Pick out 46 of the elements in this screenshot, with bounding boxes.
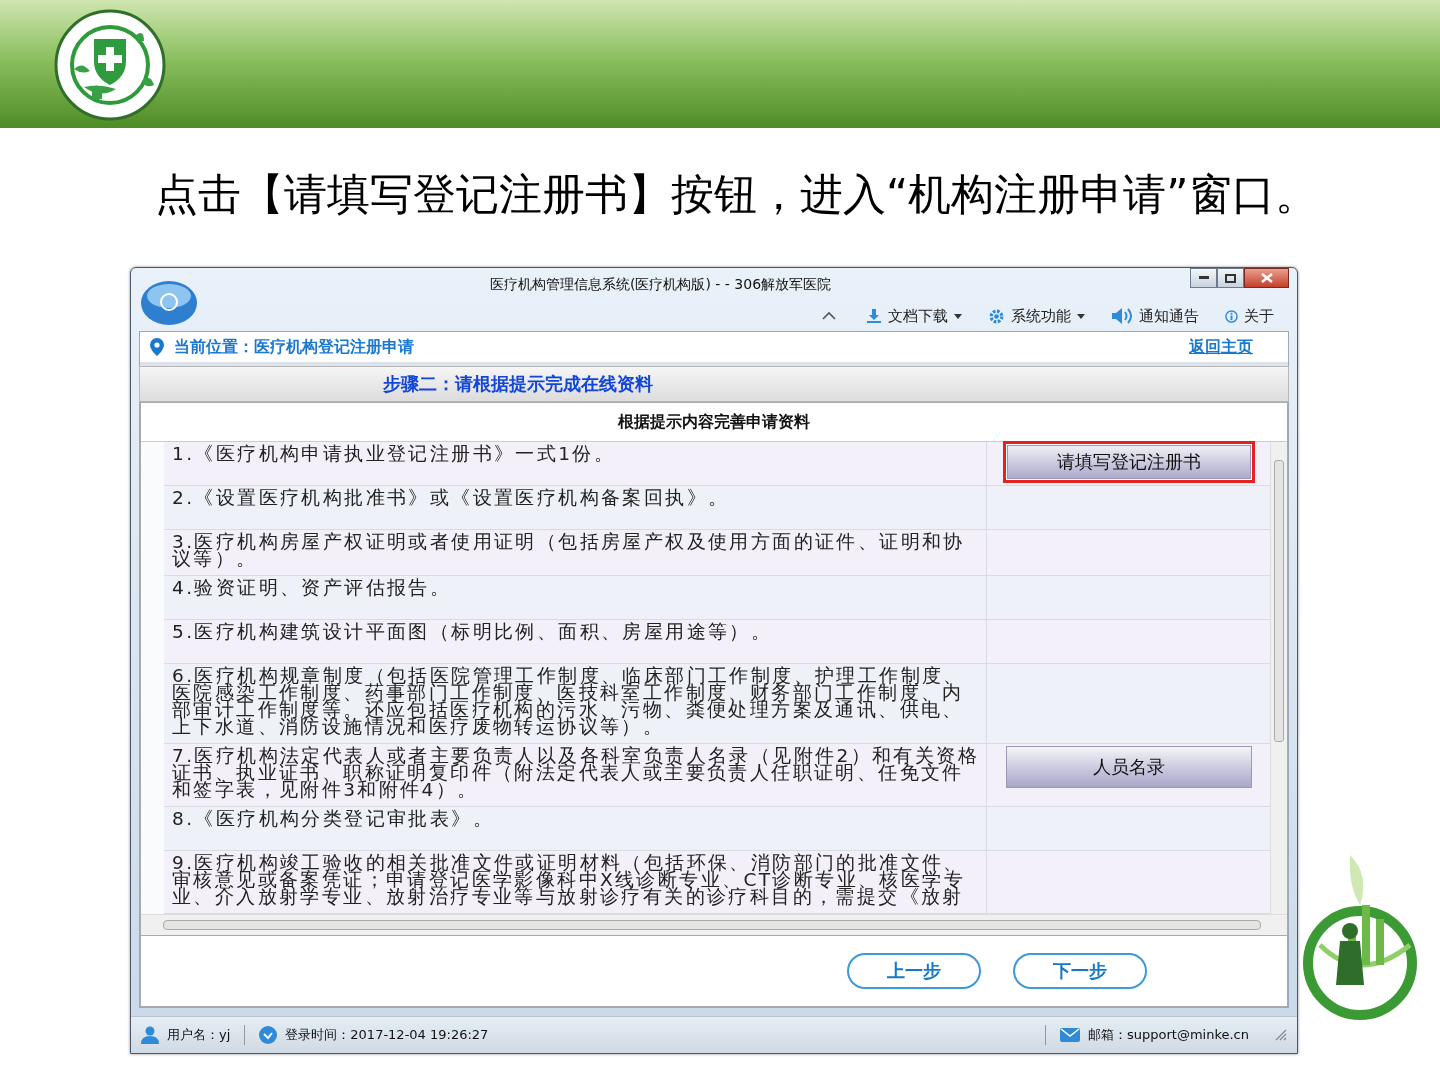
horizontal-scrollbar[interactable] <box>141 914 1287 935</box>
maximize-button[interactable] <box>1217 268 1244 288</box>
requirement-text: 1.《医疗机构申请执业登记注册书》一式1份。 <box>164 442 987 485</box>
close-icon <box>1260 273 1273 283</box>
clinic-logo-icon <box>54 9 166 121</box>
requirement-text: 2.《设置医疗机构批准书》或《设置医疗机构备案回执》。 <box>164 486 987 529</box>
info-icon <box>1225 309 1238 323</box>
minimize-icon <box>1198 276 1209 280</box>
vertical-scrollbar[interactable] <box>1270 442 1287 914</box>
breadcrumb: 当前位置：医疗机构登记注册申请 <box>174 336 415 358</box>
minimize-button[interactable] <box>1190 268 1217 288</box>
slide-heading: 点击【请填写登记注册书】按钮，进入“机构注册申请”窗口。 <box>155 168 1318 220</box>
menu-item[interactable]: 系统功能 <box>975 303 1098 329</box>
user-icon <box>141 1026 159 1044</box>
collapse-icon[interactable] <box>821 311 837 321</box>
table-header: 根据提示内容完善申请资料 <box>618 411 810 433</box>
login-time: 登录时间：2017-12-04 19:26:27 <box>285 1026 489 1044</box>
window-title: 医疗机构管理信息系统(医疗机构版) - - 306解放军医院 <box>488 275 833 294</box>
requirement-text: 8.《医疗机构分类登记审批表》。 <box>164 807 987 850</box>
username-label: 用户名：yj <box>167 1026 231 1044</box>
step-title: 步骤二：请根据提示完成在线资料 <box>383 372 653 396</box>
app-orb-icon[interactable] <box>140 280 198 326</box>
action-button[interactable]: 请填写登记注册书 <box>1002 441 1255 483</box>
clock-check-icon <box>259 1026 278 1044</box>
speaker-icon <box>1111 307 1133 325</box>
resize-grip-icon[interactable] <box>1275 1029 1287 1041</box>
location-pin-icon <box>150 338 164 356</box>
requirement-text: 4.验资证明、资产评估报告。 <box>164 576 987 619</box>
email-label: 邮箱：support@minke.cn <box>1088 1026 1249 1044</box>
menu-item[interactable]: 关于 <box>1212 303 1287 329</box>
requirement-text: 9.医疗机构竣工验收的相关批准文件或证明材料（包括环保、消防部门的批准文件、审核意见或备案凭证；申请登记医学影像科中X线诊断专业、CT诊断专业、核医学专业、介入放射学专业、放射治疗专业等与放射诊疗有关的诊疗科目的，需提交《放射 <box>164 851 987 913</box>
home-link[interactable]: 返回主页 <box>1189 336 1253 358</box>
action-button[interactable]: 人员名录 <box>1005 746 1252 788</box>
menu-item[interactable]: 通知通告 <box>1098 303 1212 329</box>
requirement-text: 5.医疗机构建筑设计平面图（标明比例、面积、房屋用途等）。 <box>164 620 987 663</box>
mail-icon <box>1060 1028 1080 1042</box>
requirement-text: 6.医疗机构规章制度（包括医院管理工作制度、临床部门工作制度、护理工作制度、医院感染工作制度、药事部门工作制度、医技科室工作制度、财务部门工作制度、内部审计工作制度等。还应包括医疗机构的污水、污物、粪便处理方案及通讯、供电、上下水道、消防设施情况和医疗废物转运协议等）。 <box>164 664 987 743</box>
step-button[interactable]: 上一步 <box>847 953 981 989</box>
requirement-text: 7.医疗机构法定代表人或者主要负责人以及各科室负责人名录（见附件2）和有关资格证书、执业证书、职称证明复印件（附法定代表人或主要负责人任职证明、任免文件和签字表，见附件3和附件4）。 <box>164 744 987 806</box>
menu-item[interactable]: 文档下载 <box>853 303 975 329</box>
gear-icon <box>988 307 1005 325</box>
maximize-icon <box>1225 273 1236 283</box>
close-button[interactable] <box>1244 268 1289 288</box>
download-icon <box>866 308 882 324</box>
requirement-text: 3.医疗机构房屋产权证明或者使用证明（包括房屋产权及使用方面的证件、证明和协议等）。 <box>164 530 987 575</box>
step-button[interactable]: 下一步 <box>1013 953 1147 989</box>
